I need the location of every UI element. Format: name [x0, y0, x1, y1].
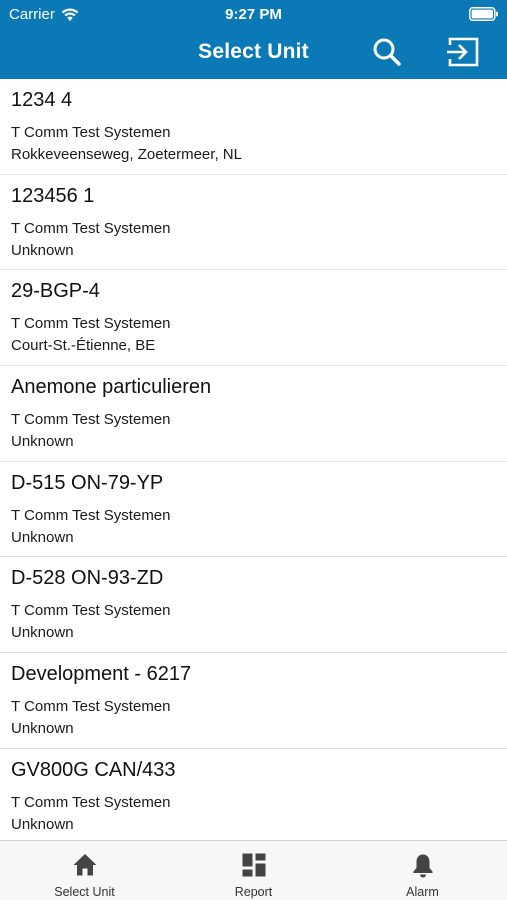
unit-company: T Comm Test Systemen: [11, 124, 171, 141]
tab-label: Select Unit: [54, 885, 115, 899]
tab-label: Report: [234, 885, 273, 899]
list-item[interactable]: D-528 ON-93-ZD T Comm Test Systemen Unkn…: [0, 557, 507, 654]
unit-company: T Comm Test Systemen: [11, 793, 171, 811]
status-bar: Carrier 9:27 PM: [0, 0, 507, 28]
list-item[interactable]: 1234 4 T Comm Test Systemen Rokkeveensew…: [0, 79, 507, 175]
search-icon: [373, 38, 401, 66]
list-item[interactable]: 123456 1 T Comm Test Systemen Unknown: [0, 175, 507, 271]
unit-name: Anemone particulieren: [11, 376, 212, 399]
tab-label: Alarm: [406, 885, 439, 899]
unit-company: T Comm Test Systemen: [11, 506, 171, 524]
tab-alarm[interactable]: Alarm: [338, 841, 507, 901]
unit-company: T Comm Test Systemen: [11, 315, 171, 333]
unit-company: T Comm Test Systemen: [11, 219, 171, 237]
list-item[interactable]: Development - 6217 T Comm Test Systemen …: [0, 653, 507, 749]
app-header: Carrier 9:27 PM Select Unit: [0, 0, 507, 79]
unit-name: 1234 4: [11, 89, 73, 111]
status-time: 9:27 PM: [225, 6, 282, 23]
unit-location: Unknown: [11, 815, 74, 833]
unit-company: T Comm Test Systemen: [11, 698, 171, 716]
page-title: Select Unit: [198, 40, 309, 63]
unit-company: T Comm Test Systemen: [11, 411, 171, 429]
tab-select-unit[interactable]: Select Unit: [0, 841, 169, 901]
unit-location: Unknown: [11, 241, 74, 259]
unit-location: Court-St.-Étienne, BE: [11, 337, 156, 355]
unit-location: Unknown: [11, 528, 74, 546]
search-button[interactable]: [369, 35, 405, 69]
unit-name: GV800G CAN/433: [11, 758, 176, 781]
unit-company: T Comm Test Systemen: [11, 602, 171, 620]
unit-location: Unknown: [11, 433, 74, 451]
unit-name: Development - 6217: [11, 663, 192, 686]
unit-name: D-515 ON-79-YP: [11, 471, 164, 494]
tab-bar: Select Unit Report Alarm: [0, 840, 507, 900]
unit-location: Unknown: [11, 624, 74, 642]
home-icon: [73, 854, 97, 876]
logout-button[interactable]: [444, 35, 482, 69]
list-item[interactable]: 29-BGP-4 T Comm Test Systemen Court-St.-…: [0, 270, 507, 367]
dashboard-icon: [242, 853, 266, 877]
list-item[interactable]: Anemone particulieren T Comm Test System…: [0, 366, 507, 462]
exit-icon: [447, 37, 479, 67]
list-item[interactable]: GV800G CAN/433 T Comm Test Systemen Unkn…: [0, 749, 507, 840]
tab-report[interactable]: Report: [169, 841, 338, 901]
unit-location: Unknown: [11, 720, 74, 738]
battery-icon: [469, 7, 498, 21]
list-item[interactable]: D-515 ON-79-YP T Comm Test Systemen Unkn…: [0, 462, 507, 558]
unit-list[interactable]: 1234 4 T Comm Test Systemen Rokkeveensew…: [0, 79, 507, 840]
bell-icon: [413, 854, 433, 878]
unit-name: 123456 1: [11, 184, 95, 207]
unit-location: Rokkeveenseweg, Zoetermeer, NL: [11, 146, 242, 163]
unit-name: 29-BGP-4: [11, 280, 100, 303]
unit-name: D-528 ON-93-ZD: [11, 567, 164, 590]
